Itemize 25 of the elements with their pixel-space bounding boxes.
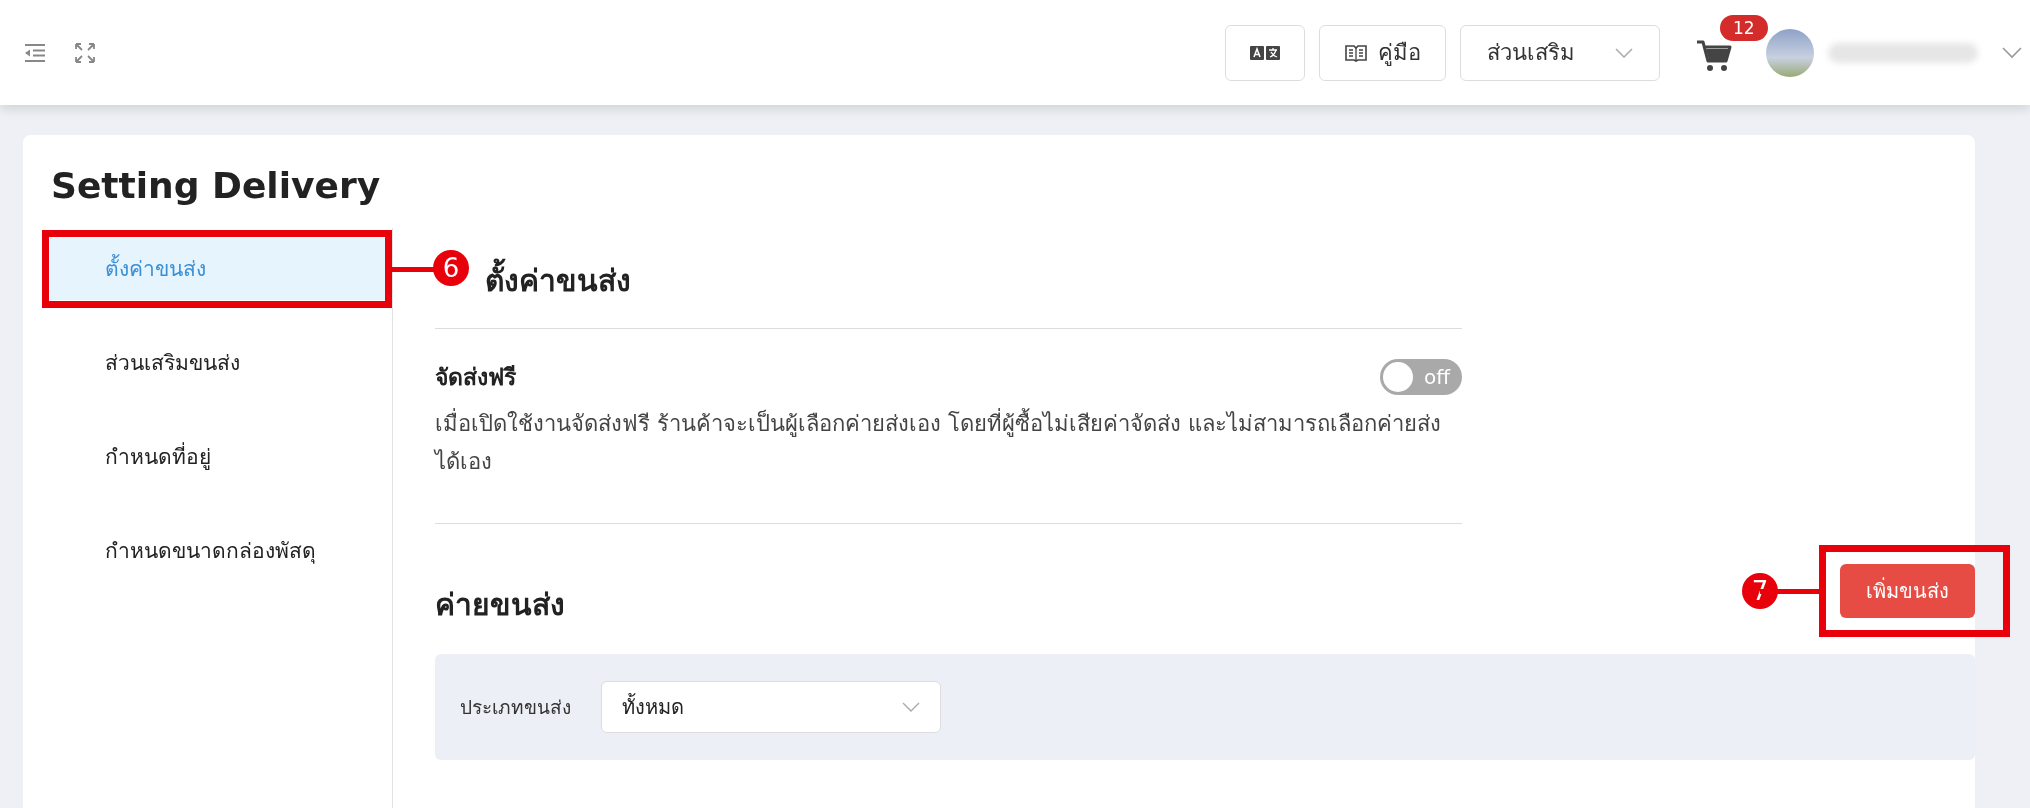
carrier-type-select[interactable]: ทั้งหมด [601,681,941,733]
cart-count-badge: 12 [1720,14,1768,41]
translate-button[interactable] [1225,24,1305,81]
section-heading: ค่ายขนส่ง [435,586,565,624]
setting-description: เมื่อเปิดใช้งานจัดส่งฟรี ร้านค้าจะเป็นผู้เลือกค่ายส่งเอง โดยที่ผู้ซื้อไม่เสียค่าจัดส่ง และไม่สามารถเลือกค่ายส่งได้เอง [435,405,1462,481]
avatar-photo-placeholder[interactable] [1766,28,1814,77]
cart-icon[interactable] [1696,38,1732,73]
filter-label: ประเภทขนส่ง [460,695,571,720]
translate-icon [1250,44,1280,61]
setting-title: จัดส่งฟรี [435,363,516,392]
callout-number: 6 [433,250,469,286]
collapse-menu-icon[interactable] [24,42,46,63]
chevron-down-icon[interactable] [2002,46,2022,59]
fullscreen-icon[interactable] [74,41,96,64]
book-icon [1344,42,1368,63]
sidebar-item[interactable]: กำหนดขนาดกล่องพัสดุ [50,520,392,582]
section-heading: ตั้งค่าขนส่ง [485,256,1975,306]
page-title: Setting Delivery [51,165,382,206]
sidebar-item[interactable]: กำหนดที่อยู่ [50,426,392,488]
chevron-down-icon [1615,47,1633,58]
add-carrier-button[interactable]: เพิ่มขนส่ง [1840,564,1975,618]
manual-button[interactable]: คู่มือ [1319,24,1446,81]
sidebar-item[interactable]: ส่วนเสริมขนส่ง [50,332,392,394]
chevron-down-icon [902,702,920,712]
addons-dropdown[interactable]: ส่วนเสริม [1460,24,1660,81]
